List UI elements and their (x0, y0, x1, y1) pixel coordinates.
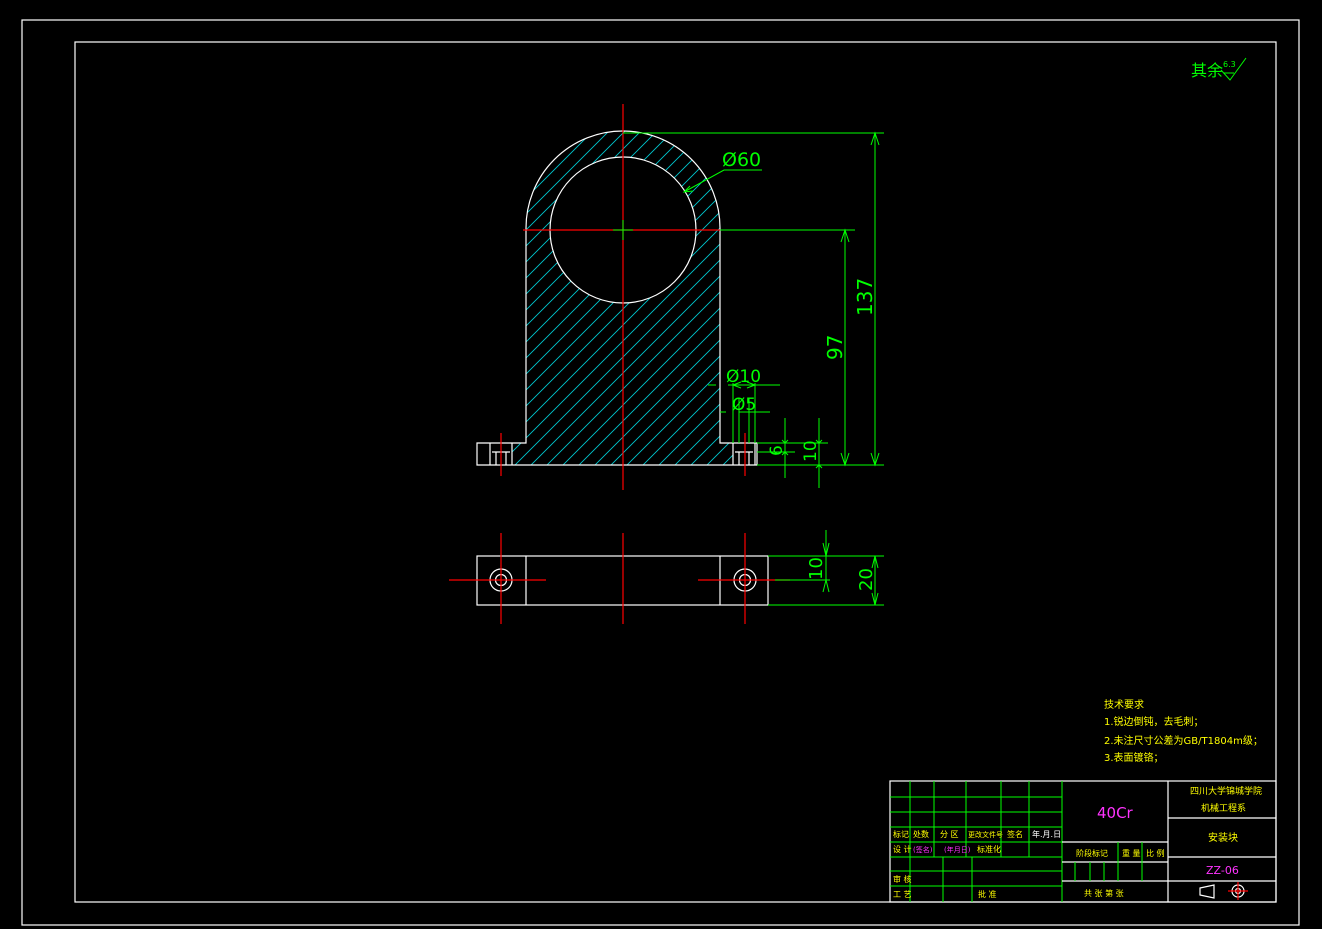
dim-dia-5: Ø5 (732, 395, 756, 415)
roughness-symbol: 其余 6.3 (1191, 57, 1247, 81)
tb-hdr-date: 年.月.日 (1032, 829, 1061, 839)
tb-design: 设 计 (893, 844, 912, 854)
part-outline (476, 130, 758, 466)
tb-date-ph: (年月日) (944, 845, 971, 854)
inner-border (74, 41, 1277, 903)
center-mark (613, 220, 633, 240)
right-counterbore (732, 443, 756, 465)
top-centerlines (449, 533, 790, 624)
tech-title: 技术要求 (1104, 698, 1144, 711)
dim-6: 6 (767, 445, 787, 456)
roughness-value: 6.3 (1223, 60, 1236, 69)
tb-school-2: 机械工程系 (1201, 802, 1246, 814)
dim-20: 20 (856, 568, 877, 591)
tech-requirements: 技术要求 1.锐边倒钝，去毛刺； 2.未注尺寸公差为GB/T1804m级； 3.… (1104, 698, 1263, 764)
tb-approve: 批 准 (978, 889, 997, 899)
front-view-hatch (512, 131, 733, 465)
tb-part-name: 安装块 (1208, 831, 1238, 844)
dim-10-base: 10 (801, 440, 821, 462)
front-dimensions: 137 97 Ø60 Ø10 Ø5 6 10 (623, 131, 884, 488)
tb-weight: 重 量 (1122, 848, 1141, 858)
tb-sign-ph: (签名) (913, 845, 933, 854)
projection-symbol-icon (1199, 882, 1248, 900)
tb-scale: 比 例 (1146, 848, 1165, 858)
tb-school-1: 四川大学锦城学院 (1190, 785, 1262, 797)
tb-process: 工 艺 (893, 890, 912, 899)
tech-item-2: 2.未注尺寸公差为GB/T1804m级； (1104, 734, 1263, 747)
tb-hdr-mark: 标记 (893, 829, 909, 839)
outer-border (21, 19, 1300, 926)
title-block: 标记 处数 分 区 更改文件号 签名 年.月.日 设 计 (签名) (年月日) … (889, 780, 1277, 903)
cad-drawing: 其余 6.3 137 97 Ø60 Ø10 Ø5 6 10 10 20 技术要求… (21, 19, 1300, 926)
dim-dia-60: Ø60 (722, 149, 761, 171)
roughness-prefix: 其余 (1191, 61, 1223, 80)
tb-review: 审 核 (893, 874, 912, 884)
dim-10-top: 10 (806, 557, 827, 580)
tb-material: 40Cr (1097, 804, 1134, 822)
tb-hdr-count: 处数 (913, 829, 929, 839)
tech-item-1: 1.锐边倒钝，去毛刺； (1104, 715, 1204, 728)
tb-standard: 标准化 (977, 844, 1001, 854)
tb-hdr-change: 更改文件号 (968, 830, 1003, 839)
tb-sheets: 共 张 第 张 (1084, 888, 1124, 898)
tb-hdr-zone: 分 区 (940, 830, 959, 839)
dim-dia-10: Ø10 (726, 367, 761, 387)
tb-hdr-sign: 签名 (1007, 829, 1023, 839)
dim-137: 137 (853, 278, 877, 316)
tech-item-3: 3.表面镀铬； (1104, 751, 1164, 764)
dim-97: 97 (823, 335, 847, 360)
tb-stage: 阶段标记 (1076, 848, 1108, 858)
top-view: 10 20 (449, 530, 884, 624)
tb-drawing-no: ZZ-06 (1206, 864, 1239, 877)
